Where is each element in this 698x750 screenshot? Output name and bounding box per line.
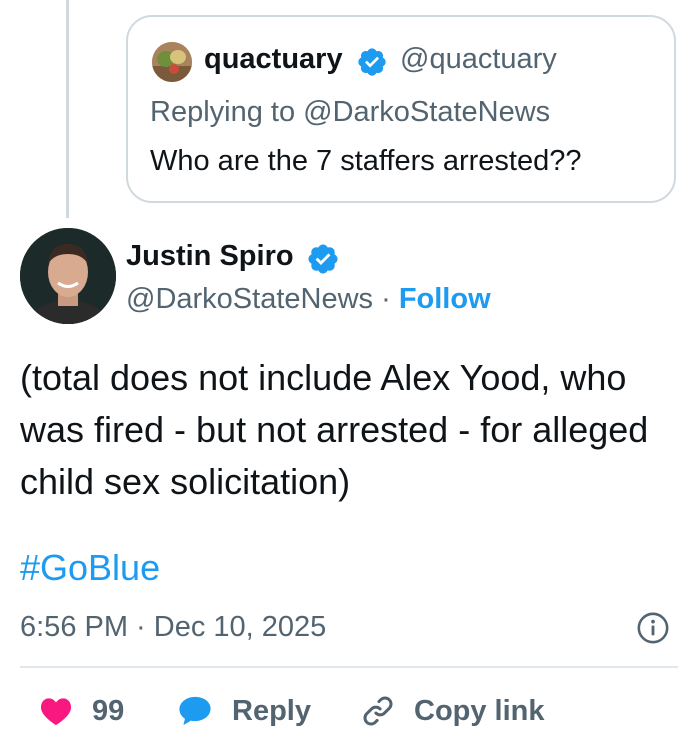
tweet-timestamp[interactable]: 6:56 PM · Dec 10, 2025 <box>20 609 326 645</box>
follow-button[interactable]: Follow <box>399 283 491 315</box>
speech-bubble-icon <box>179 696 211 726</box>
handle-separator: · <box>373 283 399 315</box>
action-divider <box>20 666 678 668</box>
quoted-tweet-text: Who are the 7 staffers arrested?? <box>150 145 582 177</box>
quoted-display-name[interactable]: quactuary <box>204 41 343 77</box>
reply-label: Reply <box>232 694 311 727</box>
quoted-reply-card[interactable]: quactuary @quactuary Replying to @DarkoS… <box>126 15 676 203</box>
heart-icon <box>40 698 72 726</box>
quoted-avatar[interactable] <box>152 42 192 82</box>
copy-link-button[interactable]: Copy link <box>360 688 545 734</box>
author-display-name[interactable]: Justin Spiro <box>126 238 294 274</box>
like-button[interactable]: 99 <box>40 688 124 734</box>
author-handle[interactable]: @DarkoStateNews <box>126 283 373 315</box>
author-avatar[interactable] <box>20 228 116 324</box>
hashtag-link[interactable]: #GoBlue <box>20 544 160 592</box>
author-handle-row: @DarkoStateNews · Follow <box>126 281 491 317</box>
reply-button[interactable]: Reply <box>178 688 311 734</box>
replying-to-line[interactable]: Replying to @DarkoStateNews <box>150 94 550 130</box>
link-icon <box>363 696 393 726</box>
verified-badge-icon <box>358 48 386 76</box>
tweet-text: (total does not include Alex Yood, who w… <box>20 357 649 502</box>
like-count: 99 <box>92 694 125 727</box>
verified-badge-icon <box>308 244 338 274</box>
thread-connector-line <box>66 0 69 218</box>
quoted-handle[interactable]: @quactuary <box>400 41 557 77</box>
tweet-action-bar: 99 Reply Copy link <box>0 688 698 734</box>
copy-link-label: Copy link <box>414 694 545 727</box>
info-icon[interactable] <box>636 611 670 645</box>
